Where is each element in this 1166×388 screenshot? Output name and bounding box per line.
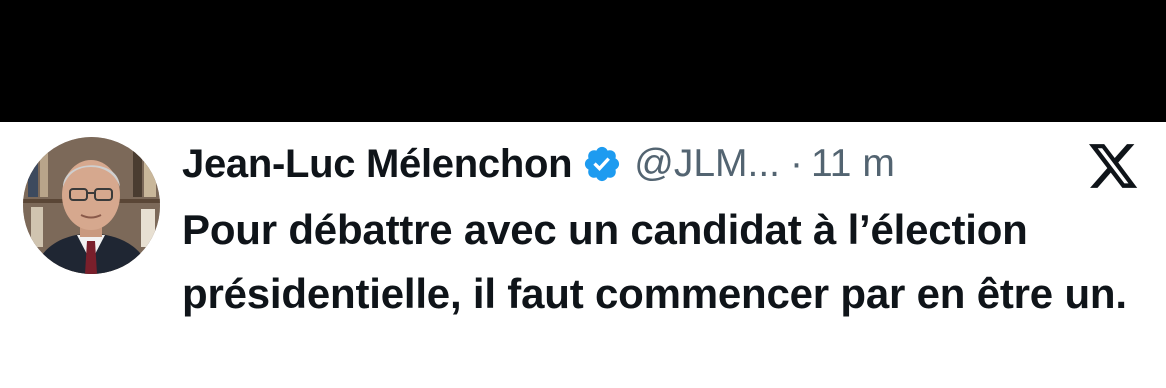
tweet-card[interactable]: Jean-Luc Mélenchon @JLM... · 11 m Pour d… (0, 122, 1166, 388)
avatar[interactable] (23, 137, 160, 274)
x-logo-icon[interactable] (1089, 144, 1139, 190)
author-name[interactable]: Jean-Luc Mélenchon (182, 142, 573, 187)
author-handle[interactable]: @JLM... (634, 142, 780, 186)
tweet-text: Pour débattre avec un candidat à l’élect… (182, 206, 1127, 317)
verified-badge-icon (582, 144, 622, 184)
top-black-band (0, 0, 1166, 122)
timestamp[interactable]: 11 m (811, 142, 895, 186)
separator-dot: · (790, 142, 804, 185)
tweet-header: Jean-Luc Mélenchon @JLM... · 11 m (182, 136, 895, 192)
